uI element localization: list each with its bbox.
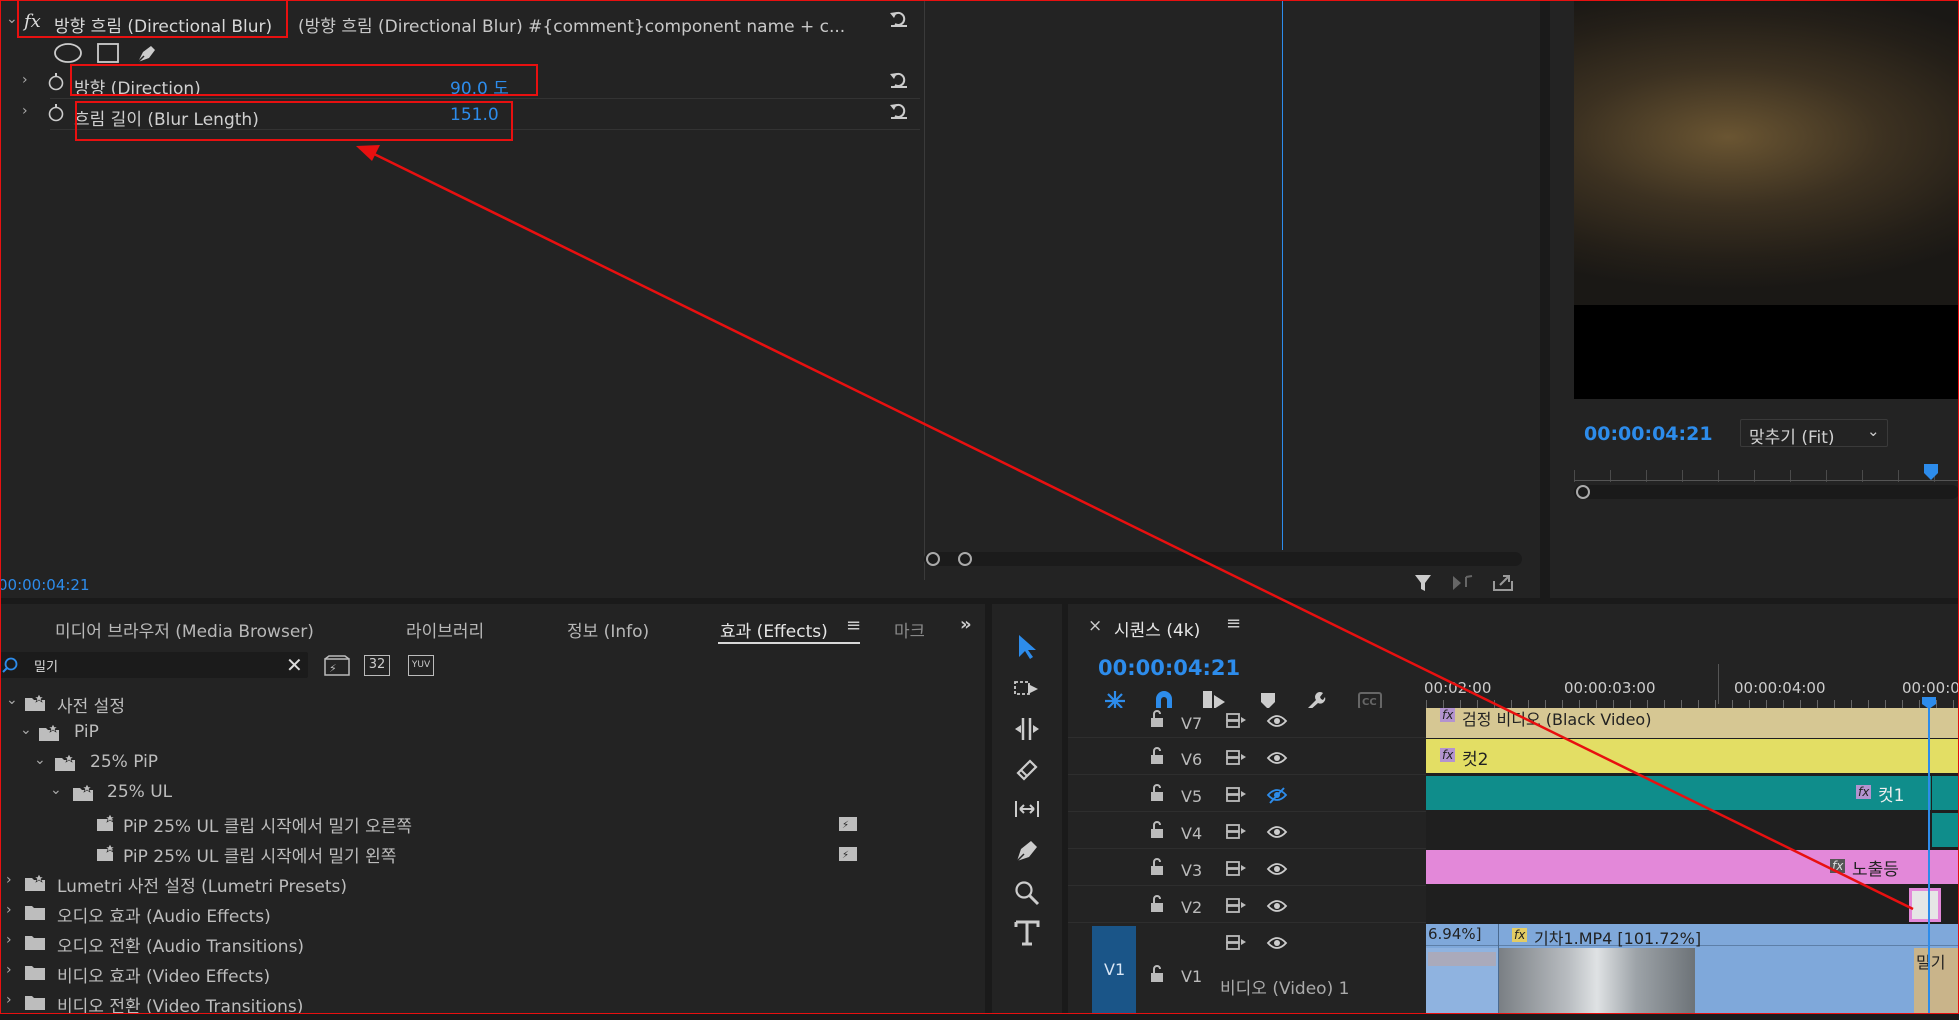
- annotation-arrow-icon: [356, 145, 1914, 911]
